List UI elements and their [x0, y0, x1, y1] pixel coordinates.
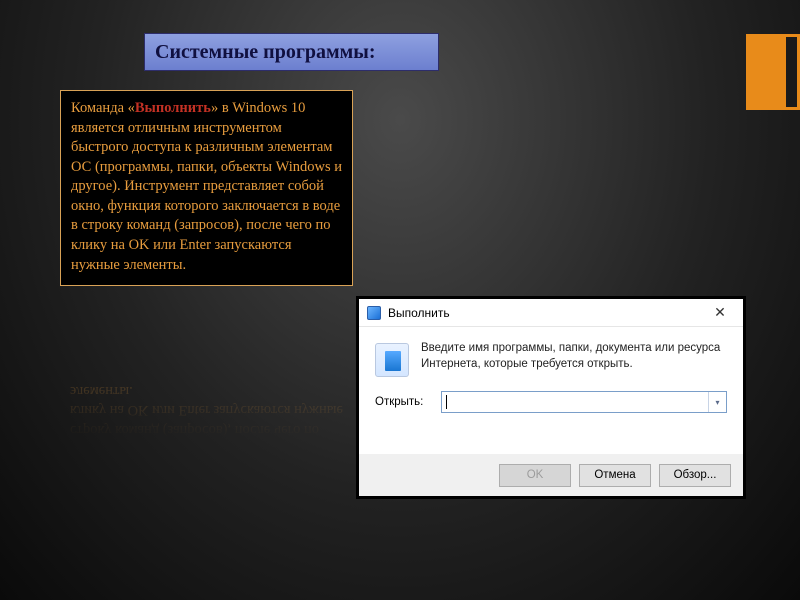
run-hint: Введите имя программы, папки, документа … — [421, 341, 727, 377]
ok-button[interactable]: OK — [499, 464, 571, 487]
open-combobox[interactable]: ▾ — [441, 391, 727, 413]
desc-post: » в Windows 10 является отличным инструм… — [71, 100, 342, 273]
run-title: Выполнить — [388, 306, 705, 320]
text-caret — [446, 395, 447, 409]
desc-pre: Команда « — [71, 100, 135, 116]
close-icon: ✕ — [714, 304, 726, 321]
run-logo-icon — [375, 343, 409, 377]
slide-title: Системные программы: — [144, 33, 439, 71]
run-titlebar: Выполнить ✕ — [359, 299, 743, 327]
dropdown-button[interactable]: ▾ — [708, 392, 726, 412]
description-reflection: строку команд (запросов), после чего по … — [60, 339, 353, 439]
close-button[interactable]: ✕ — [705, 301, 735, 325]
accent-frame — [746, 34, 800, 110]
run-footer: OK Отмена Обзор... — [359, 454, 743, 496]
description-box: Команда «Выполнить» в Windows 10 являетс… — [60, 90, 353, 286]
run-dialog: Выполнить ✕ Введите имя программы, папки… — [356, 296, 746, 499]
run-app-icon — [367, 306, 381, 320]
open-label: Открыть: — [375, 396, 431, 408]
desc-keyword: Выполнить — [135, 100, 211, 116]
chevron-down-icon: ▾ — [715, 398, 719, 407]
cancel-button[interactable]: Отмена — [579, 464, 651, 487]
browse-button[interactable]: Обзор... — [659, 464, 731, 487]
